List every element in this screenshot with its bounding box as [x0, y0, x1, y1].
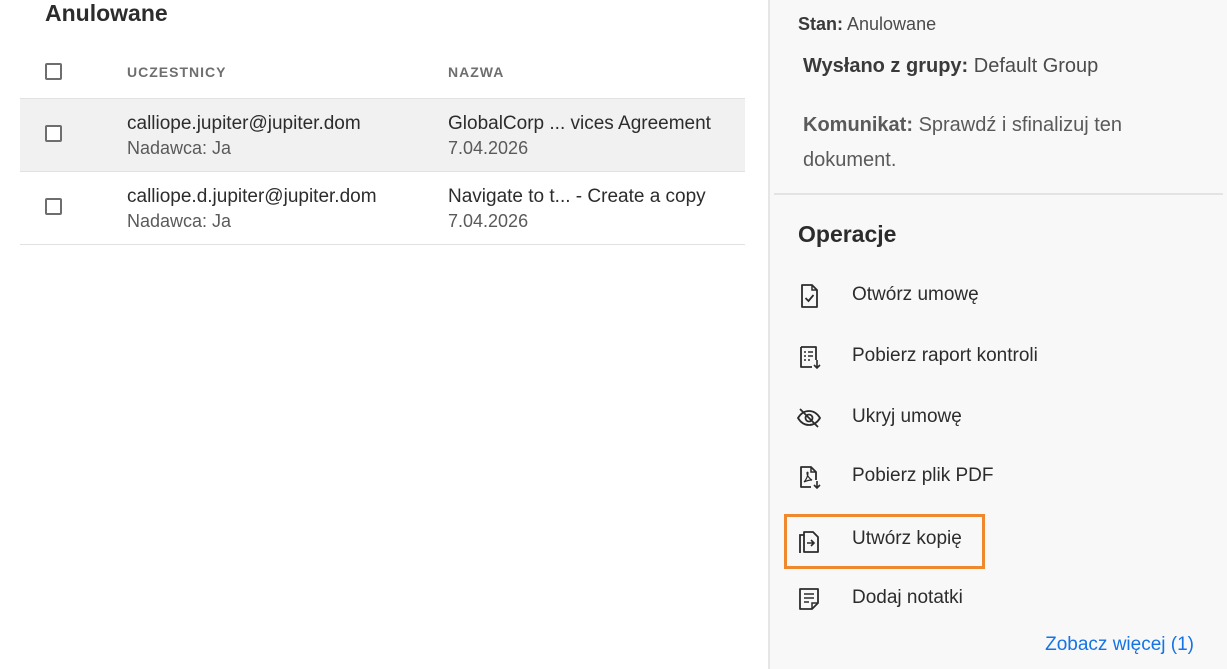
select-all-checkbox[interactable]	[45, 63, 62, 80]
open-agreement-label: Otwórz umowę	[852, 284, 979, 305]
download-audit-report-action[interactable]: Pobierz raport kontroli	[792, 332, 1098, 382]
message-label: Komunikat:	[803, 114, 913, 136]
name-cell: Navigate to t... - Create a copy 7.04.20…	[448, 185, 706, 233]
add-notes-action[interactable]: Dodaj notatki	[792, 574, 1098, 624]
pdf-download-icon	[800, 466, 821, 490]
download-audit-report-label: Pobierz raport kontroli	[852, 345, 1038, 366]
document-check-icon	[801, 284, 818, 308]
participant-cell: calliope.jupiter@jupiter.dom Nadawca: Ja	[127, 112, 361, 160]
group-value: Default Group	[973, 55, 1099, 77]
section-title: Anulowane	[45, 0, 168, 26]
hide-agreement-label: Ukryj umowę	[852, 406, 962, 427]
message-value: Sprawdź i sfinalizuj ten	[918, 114, 1122, 136]
status-line: Stan: Anulowane	[798, 14, 936, 35]
group-line: Wysłano z grupy: Default Group	[803, 55, 1098, 78]
open-agreement-action[interactable]: Otwórz umowę	[792, 271, 1098, 321]
operations-title: Operacje	[798, 221, 897, 247]
row-checkbox[interactable]	[45, 125, 62, 142]
create-copy-label: Utwórz kopię	[852, 528, 962, 549]
row-checkbox[interactable]	[45, 198, 62, 215]
panel-divider	[774, 193, 1223, 195]
agreements-list-pane: Anulowane UCZESTNICY NAZWA calliope.jupi…	[0, 0, 768, 669]
table-row[interactable]: calliope.jupiter@jupiter.dom Nadawca: Ja…	[20, 98, 745, 171]
status-label: Stan:	[798, 14, 843, 34]
notes-icon	[799, 588, 819, 610]
table-row[interactable]: calliope.d.jupiter@jupiter.dom Nadawca: …	[20, 171, 745, 244]
download-pdf-label: Pobierz plik PDF	[852, 465, 994, 486]
name-cell: GlobalCorp ... vices Agreement 7.04.2026	[448, 112, 711, 160]
sender-label: Nadawca: Ja	[127, 138, 232, 158]
hide-agreement-action[interactable]: Ukryj umowę	[792, 393, 1098, 443]
details-panel: Stan: Anulowane Wysłano z grupy: Default…	[768, 0, 1227, 669]
message-value-line2: dokument.	[803, 149, 897, 171]
agreements-table: UCZESTNICY NAZWA calliope.jupiter@jupite…	[20, 50, 745, 245]
table-header: UCZESTNICY NAZWA	[20, 50, 745, 98]
audit-report-download-icon	[800, 346, 821, 370]
agreement-name: Navigate to t... - Create a copy	[448, 186, 706, 207]
participant-email: calliope.jupiter@jupiter.dom	[127, 113, 361, 134]
see-more-link[interactable]: Zobacz więcej (1)	[1045, 634, 1194, 656]
agreement-name: GlobalCorp ... vices Agreement	[448, 113, 711, 134]
message-line: Komunikat: Sprawdź i sfinalizuj ten doku…	[803, 108, 1122, 178]
column-header-name[interactable]: NAZWA	[448, 64, 504, 80]
column-header-participants[interactable]: UCZESTNICY	[127, 64, 226, 80]
eye-hidden-icon	[796, 408, 822, 428]
agreement-date: 7.04.2026	[448, 138, 529, 158]
group-label: Wysłano z grupy:	[803, 55, 969, 77]
table-divider	[20, 244, 745, 245]
participant-cell: calliope.d.jupiter@jupiter.dom Nadawca: …	[127, 185, 377, 233]
add-notes-label: Dodaj notatki	[852, 587, 963, 608]
create-copy-action[interactable]: Utwórz kopię	[784, 514, 985, 569]
status-value: Anulowane	[847, 14, 937, 34]
copy-document-icon	[799, 531, 819, 553]
participant-email: calliope.d.jupiter@jupiter.dom	[127, 186, 377, 207]
agreement-date: 7.04.2026	[448, 211, 529, 231]
sender-label: Nadawca: Ja	[127, 211, 232, 231]
download-pdf-action[interactable]: Pobierz plik PDF	[792, 452, 1098, 502]
